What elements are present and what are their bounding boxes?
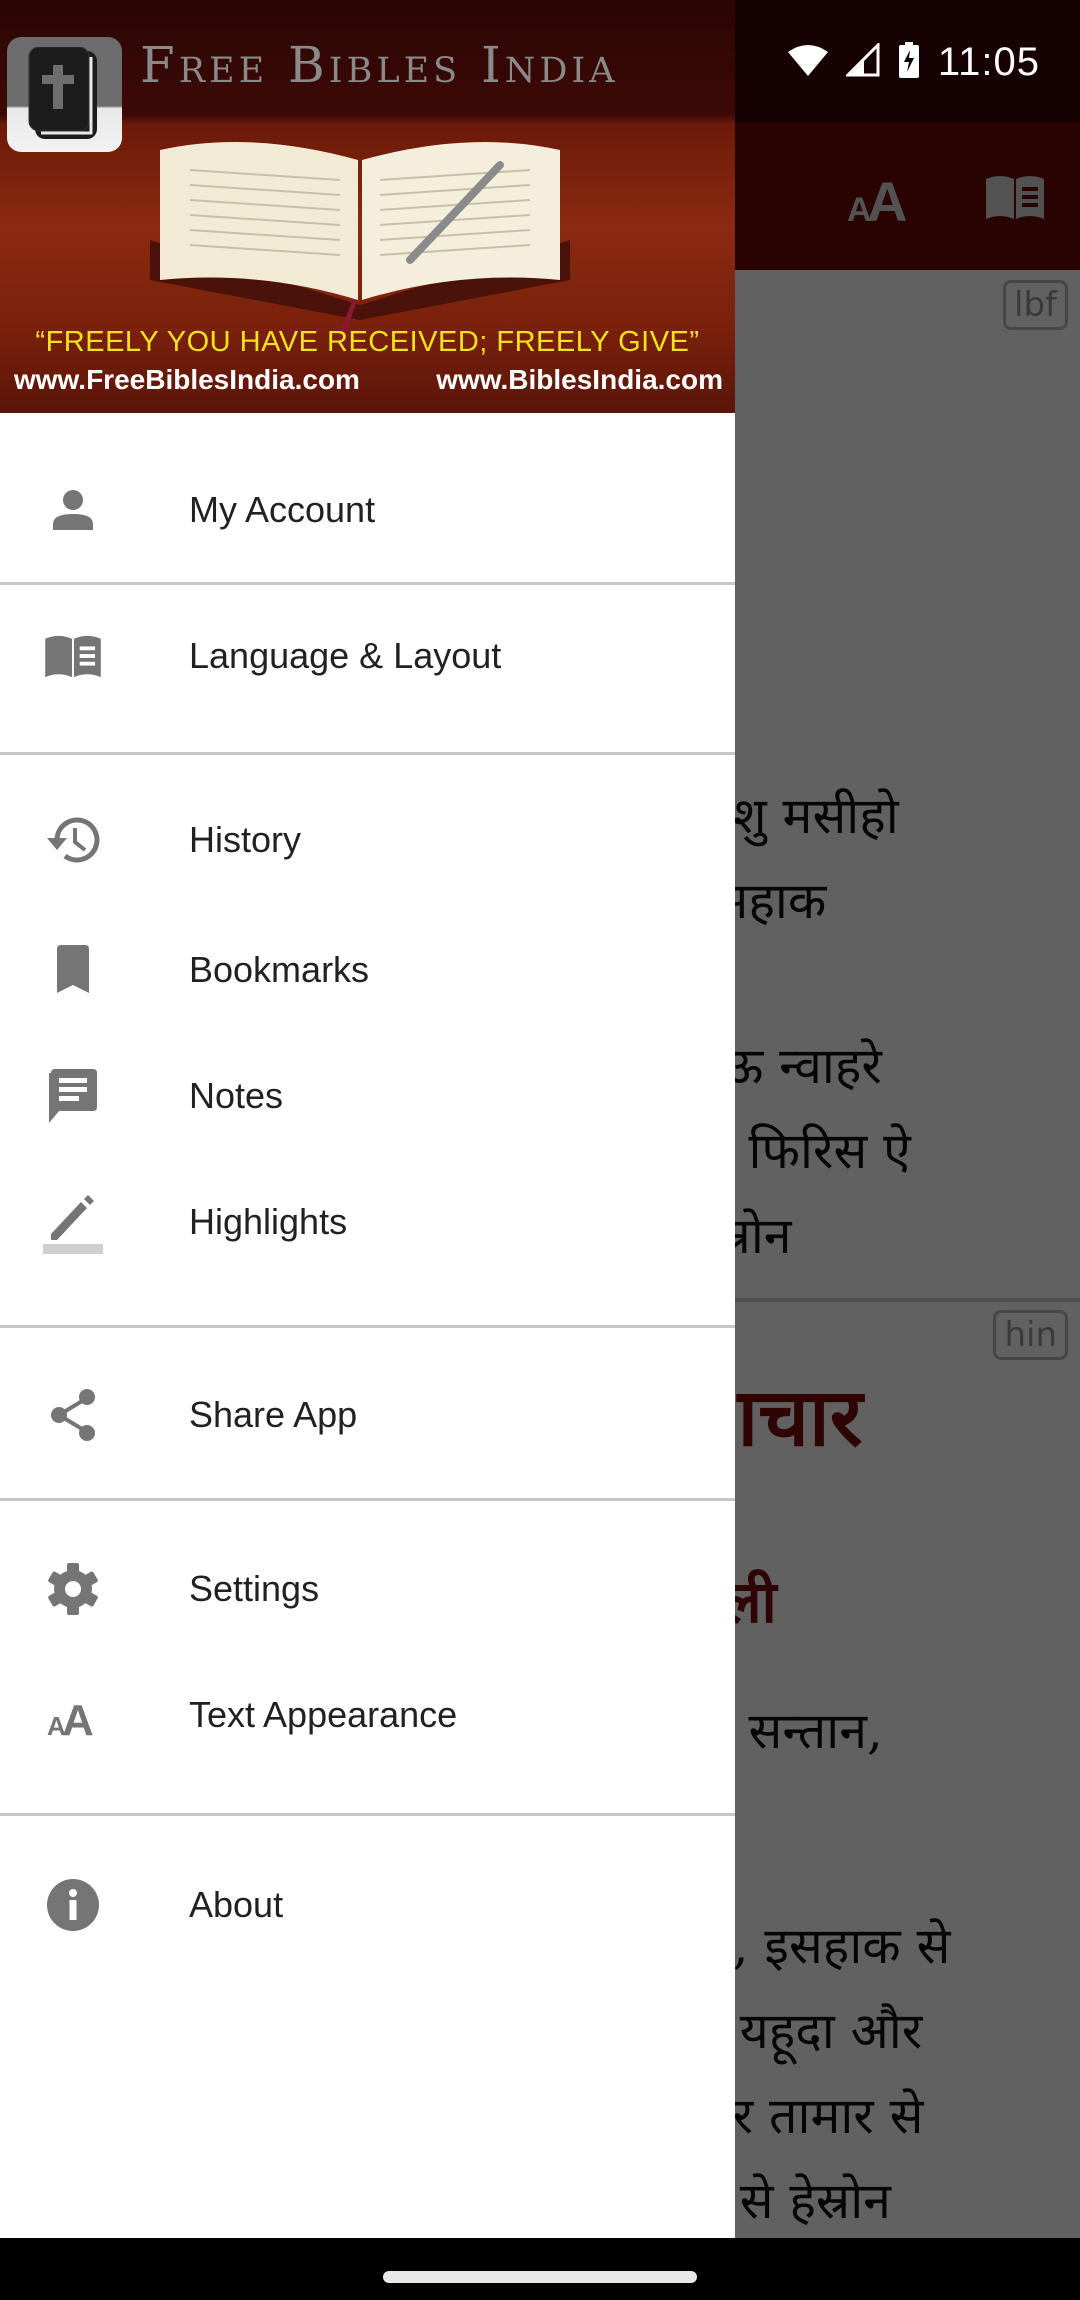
battery-charging-icon	[898, 41, 920, 83]
notes-icon	[38, 1061, 108, 1131]
menu-item-notes[interactable]: Notes	[0, 1033, 735, 1159]
person-icon	[38, 475, 108, 545]
navigation-drawer: Free Bibles India “FREELY YOU HAVE RECEI…	[0, 0, 735, 2238]
share-icon	[38, 1380, 108, 1450]
menu-item-label: Notes	[189, 1075, 284, 1116]
text-size-icon: A A	[38, 1680, 108, 1750]
menu-item-label: About	[189, 1884, 284, 1925]
banner-url: www.BiblesIndia.com	[436, 364, 723, 395]
menu-item-label: History	[189, 819, 302, 860]
info-icon	[38, 1870, 108, 1940]
book-open-icon	[38, 621, 108, 691]
gear-icon	[38, 1554, 108, 1624]
cellular-signal-icon	[844, 40, 880, 82]
svg-text:A: A	[62, 1696, 94, 1737]
bible-cross-icon[interactable]	[7, 37, 122, 152]
status-bar: 11:05	[787, 34, 1040, 90]
menu-item-label: My Account	[189, 489, 376, 530]
menu-item-label: Text Appearance	[189, 1694, 458, 1735]
menu-item-settings[interactable]: Settings	[0, 1526, 735, 1652]
system-navigation-bar	[0, 2238, 1080, 2300]
history-icon	[38, 805, 108, 875]
menu-item-share-app[interactable]: Share App	[0, 1352, 735, 1478]
banner-quote: “FREELY YOU HAVE RECEIVED; FREELY GIVE”	[35, 326, 700, 358]
menu-item-history[interactable]: History	[0, 755, 735, 925]
menu-item-bookmarks[interactable]: Bookmarks	[0, 907, 735, 1033]
menu-item-my-account[interactable]: My Account	[0, 447, 735, 573]
home-gesture-handle[interactable]	[383, 2271, 697, 2283]
banner-title: Free Bibles India	[140, 36, 619, 94]
menu-item-label: Highlights	[189, 1201, 348, 1242]
menu-item-label: Bookmarks	[189, 949, 370, 990]
wifi-icon	[787, 44, 828, 81]
menu-item-label: Share App	[189, 1394, 358, 1435]
highlight-pen-icon	[38, 1187, 108, 1257]
clock: 11:05	[937, 39, 1040, 84]
menu-item-text-appearance[interactable]: A A Text Appearance	[0, 1652, 735, 1778]
open-bible-illustration	[150, 142, 570, 340]
menu-item-about[interactable]: About	[0, 1842, 735, 1968]
menu-item-language-layout[interactable]: Language & Layout	[0, 593, 735, 719]
menu-item-highlights[interactable]: Highlights	[0, 1159, 735, 1285]
menu-item-label: Settings	[189, 1568, 320, 1609]
banner-url: www.FreeBiblesIndia.com	[14, 364, 360, 395]
drawer-header-banner: Free Bibles India “FREELY YOU HAVE RECEI…	[0, 0, 735, 413]
menu-item-label: Language & Layout	[189, 635, 502, 676]
drawer-menu: My Account Language & Layout History Boo…	[0, 413, 735, 1968]
bookmark-icon	[38, 935, 108, 1005]
